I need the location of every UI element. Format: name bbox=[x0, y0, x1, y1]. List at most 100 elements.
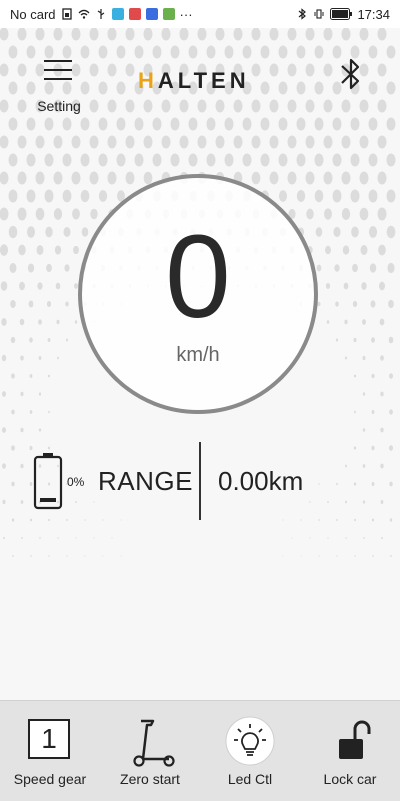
background-dot bbox=[215, 135, 225, 149]
background-dot bbox=[335, 338, 339, 342]
background-dot bbox=[53, 208, 63, 220]
speedometer-ring: 0 km/h bbox=[78, 174, 318, 414]
background-dot bbox=[2, 463, 6, 469]
background-dot bbox=[28, 300, 34, 308]
background-dot bbox=[66, 518, 68, 522]
background-dot bbox=[107, 171, 117, 185]
background-dot bbox=[29, 518, 33, 522]
background-dot bbox=[75, 537, 77, 539]
status-bar-right: 17:34 bbox=[296, 7, 390, 22]
background-dot bbox=[107, 135, 117, 149]
background-dot bbox=[278, 190, 288, 202]
background-dot bbox=[47, 337, 51, 343]
background-dot bbox=[188, 153, 198, 167]
background-dot bbox=[371, 445, 375, 451]
speed-gear-value: 1 bbox=[41, 723, 57, 754]
background-dot bbox=[333, 226, 341, 238]
background-dot bbox=[2, 499, 6, 505]
background-dot bbox=[316, 264, 322, 272]
vibrate-icon bbox=[314, 9, 324, 19]
background-dot bbox=[0, 281, 8, 291]
background-dot bbox=[377, 28, 387, 41]
background-dot bbox=[300, 555, 302, 557]
background-dot bbox=[29, 337, 33, 343]
background-dot bbox=[11, 481, 15, 487]
app-notification-icon bbox=[111, 8, 124, 20]
background-dot bbox=[116, 117, 126, 131]
led-control-button[interactable]: Led Ctl bbox=[200, 701, 300, 801]
background-dot bbox=[377, 171, 387, 185]
background-dot bbox=[381, 536, 383, 540]
background-dot bbox=[62, 117, 72, 131]
logo-accent-letter: H bbox=[138, 68, 158, 93]
background-dot bbox=[341, 135, 351, 149]
lock-car-button[interactable]: Lock car bbox=[300, 701, 400, 801]
background-dot bbox=[80, 189, 90, 203]
background-dot bbox=[380, 463, 384, 469]
zero-start-button[interactable]: Zero start bbox=[100, 701, 200, 801]
background-dot bbox=[377, 207, 387, 221]
background-dot bbox=[336, 482, 338, 486]
background-dot bbox=[326, 320, 330, 324]
background-dot bbox=[134, 153, 144, 167]
speed-gear-label: Speed gear bbox=[13, 771, 87, 787]
background-dot bbox=[251, 135, 261, 149]
background-dot bbox=[343, 282, 349, 290]
background-dot bbox=[315, 227, 323, 237]
background-dot bbox=[389, 481, 393, 487]
background-dot bbox=[377, 135, 387, 149]
settings-menu-button[interactable]: Setting bbox=[30, 58, 88, 114]
background-dot bbox=[362, 500, 366, 504]
bluetooth-button[interactable] bbox=[336, 56, 366, 94]
background-dot bbox=[29, 482, 33, 486]
background-dot bbox=[335, 301, 339, 307]
range-value: 0.00km bbox=[218, 466, 304, 496]
background-dot bbox=[89, 135, 99, 149]
background-dot bbox=[111, 537, 113, 539]
background-dot bbox=[332, 189, 342, 203]
background-dot bbox=[71, 28, 81, 41]
background-dot bbox=[242, 117, 252, 131]
background-dot bbox=[11, 409, 15, 415]
background-dot bbox=[354, 410, 356, 414]
background-dot bbox=[344, 356, 348, 360]
background-dot bbox=[89, 28, 99, 41]
background-dot bbox=[10, 300, 16, 308]
background-dot bbox=[20, 391, 24, 397]
background-dot bbox=[362, 319, 366, 325]
background-dot bbox=[93, 537, 95, 539]
lock-car-label: Lock car bbox=[323, 771, 377, 787]
zero-start-label: Zero start bbox=[120, 771, 180, 787]
background-dot bbox=[143, 28, 153, 41]
background-dot bbox=[38, 428, 42, 432]
speed-unit: km/h bbox=[176, 344, 220, 366]
background-dot bbox=[344, 319, 348, 325]
wifi-icon bbox=[78, 9, 89, 19]
background-dot bbox=[342, 245, 350, 255]
background-dot bbox=[354, 518, 356, 522]
background-dot bbox=[37, 282, 43, 290]
background-dot bbox=[54, 245, 62, 255]
background-dot bbox=[359, 207, 369, 221]
background-dot bbox=[387, 262, 395, 274]
app-notification-icon bbox=[128, 8, 141, 20]
status-bar: No card ··· 17:34 bbox=[0, 0, 400, 28]
speed-gear-button[interactable]: 1 Speed gear bbox=[0, 701, 100, 801]
settings-menu-label: Setting bbox=[37, 98, 81, 114]
background-dot bbox=[206, 153, 216, 167]
background-dot bbox=[188, 117, 198, 131]
background-dot bbox=[197, 28, 207, 41]
background-dot bbox=[314, 189, 324, 203]
background-dot bbox=[26, 226, 36, 238]
background-dot bbox=[8, 189, 18, 203]
background-dot bbox=[360, 244, 368, 256]
background-dot bbox=[48, 555, 50, 557]
background-dot bbox=[353, 337, 357, 343]
background-dot bbox=[46, 301, 52, 307]
logo-text: ALTEN bbox=[157, 68, 250, 93]
background-dot bbox=[233, 28, 243, 41]
background-dot bbox=[350, 189, 360, 203]
background-dot bbox=[26, 189, 36, 203]
background-dot bbox=[260, 153, 270, 167]
background-dot bbox=[80, 117, 90, 131]
